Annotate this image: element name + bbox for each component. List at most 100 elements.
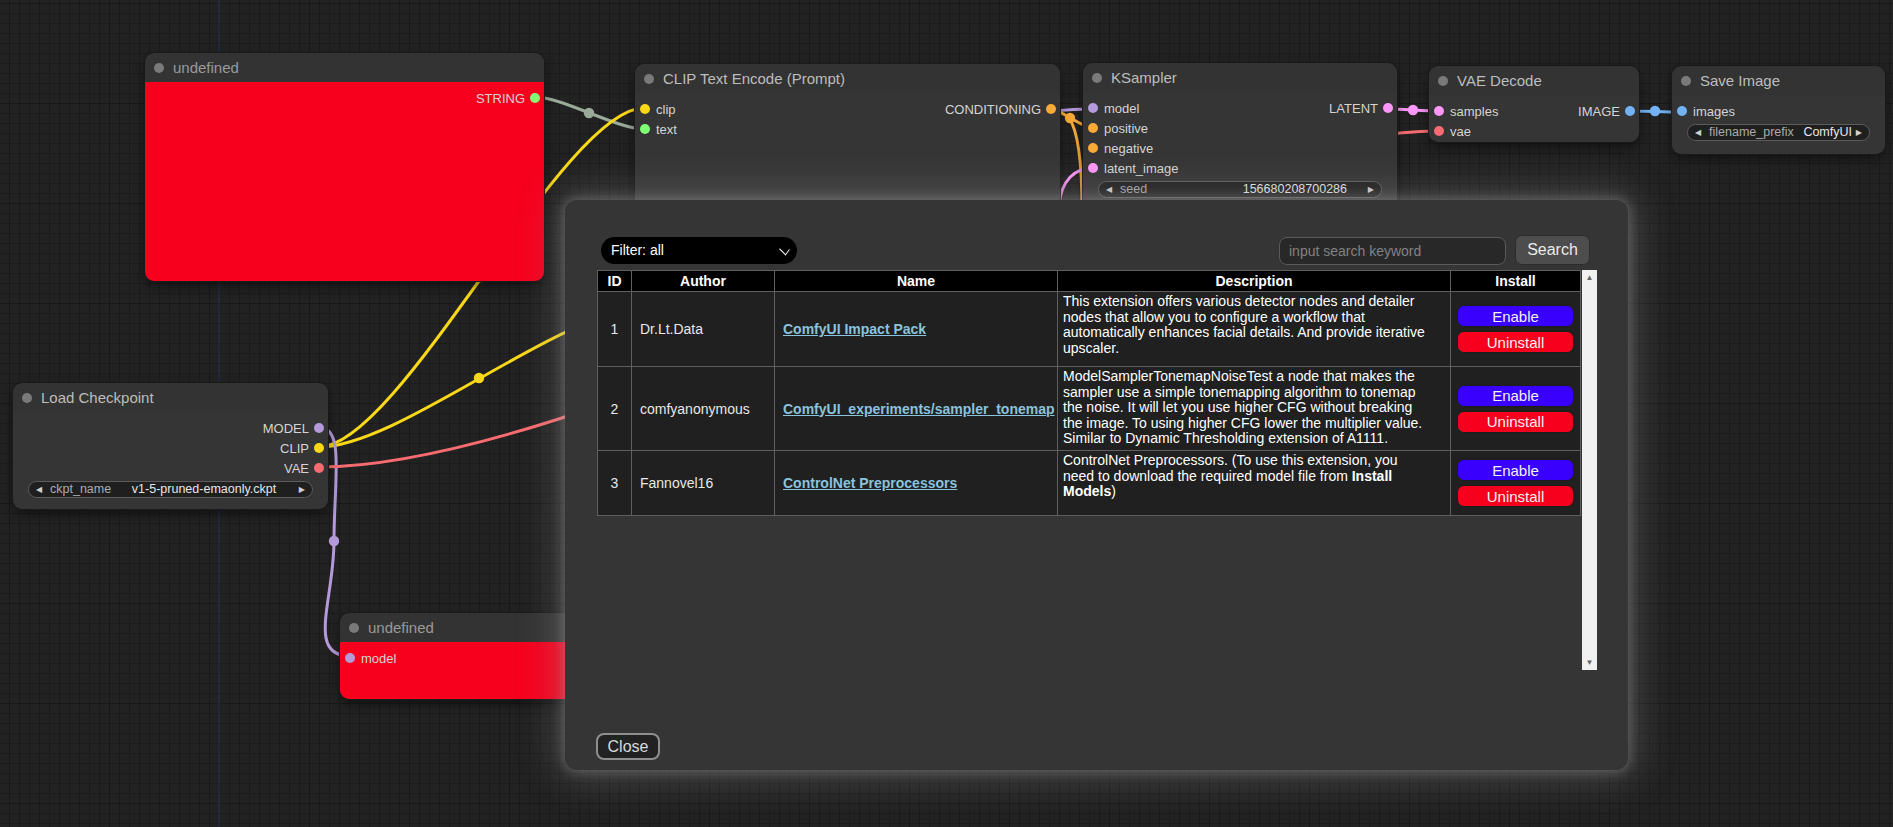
output-slot-VAE[interactable] <box>314 463 324 473</box>
col-header-name: Name <box>775 271 1058 292</box>
input-slot-latent_image[interactable] <box>1088 163 1098 173</box>
node-clip-text-encode[interactable]: CLIP Text Encode (Prompt)cliptextCONDITI… <box>635 64 1060 214</box>
input-slot-vae[interactable] <box>1434 126 1444 136</box>
input-slot-positive[interactable] <box>1088 123 1098 133</box>
enable-button[interactable]: Enable <box>1457 459 1574 481</box>
node-undefined-top-header[interactable]: undefined <box>145 53 544 82</box>
widget-arrow-right-icon[interactable]: ▶ <box>1368 182 1374 197</box>
widget-arrow-left-icon[interactable]: ◀ <box>1695 125 1701 140</box>
input-slot-label: samples <box>1450 104 1498 119</box>
output-slot-STRING[interactable] <box>530 93 540 103</box>
cell-install: Enable Uninstall <box>1451 451 1581 516</box>
uninstall-button[interactable]: Uninstall <box>1457 331 1574 353</box>
input-slot-clip[interactable] <box>640 104 650 114</box>
widget-arrow-left-icon[interactable]: ◀ <box>1106 182 1112 197</box>
input-slot-model[interactable] <box>345 653 355 663</box>
link-hidden-to-negative <box>1069 118 1082 210</box>
node-save-image[interactable]: Save Imageimages◀▶filename_prefixComfyUI <box>1672 66 1885 154</box>
scroll-up-icon[interactable]: ▲ <box>1582 273 1597 282</box>
node-undefined-top-body <box>145 82 544 281</box>
input-slot-images[interactable] <box>1677 106 1687 116</box>
widget-label: ckpt_name <box>50 482 111 497</box>
output-slot-CONDITIONING[interactable] <box>1046 104 1056 114</box>
extension-link[interactable]: ControlNet Preprocessors <box>783 475 957 491</box>
node-save-image-header[interactable]: Save Image <box>1672 66 1885 95</box>
cell-author: Fannovel16 <box>632 451 775 516</box>
node-title: undefined <box>173 53 239 82</box>
node-status-dot <box>22 393 32 403</box>
extension-row-2: 2comfyanonymous ComfyUI_experiments/sampl… <box>598 367 1581 451</box>
uninstall-button[interactable]: Uninstall <box>1457 411 1574 433</box>
node-status-dot <box>1092 73 1102 83</box>
node-load-checkpoint[interactable]: Load CheckpointMODELCLIPVAE◀▶ckpt_namev1… <box>13 383 328 509</box>
node-undefined-top[interactable]: undefinedSTRING <box>145 53 544 281</box>
table-scrollbar[interactable]: ▲ ▼ <box>1582 270 1597 670</box>
widget-arrow-right-icon[interactable]: ▶ <box>299 482 305 497</box>
output-slot-CLIP[interactable] <box>314 443 324 453</box>
widget-arrow-left-icon[interactable]: ◀ <box>36 482 42 497</box>
link-latent-to-samples-dot[interactable] <box>1408 105 1418 115</box>
cell-description: ModelSamplerTonemapNoiseTest a node that… <box>1058 367 1451 451</box>
node-ksampler-header[interactable]: KSampler <box>1083 63 1397 92</box>
output-slot-MODEL[interactable] <box>314 423 324 433</box>
widget-ckpt_name[interactable]: ◀ ▶ ckpt_name v1-5-pruned-emaonly.ckpt <box>28 481 313 498</box>
output-slot-LATENT[interactable] <box>1383 103 1393 113</box>
node-load-checkpoint-header[interactable]: Load Checkpoint <box>13 383 328 412</box>
input-slot-label: images <box>1693 104 1735 119</box>
output-slot-IMAGE[interactable] <box>1625 106 1635 116</box>
enable-button[interactable]: Enable <box>1457 385 1574 407</box>
cell-author: comfyanonymous <box>632 367 775 451</box>
cell-description: This extension offers various detector n… <box>1058 292 1451 367</box>
input-slot-label: model <box>1104 101 1139 116</box>
extension-link[interactable]: ComfyUI Impact Pack <box>783 321 926 337</box>
close-button[interactable]: Close <box>596 733 660 760</box>
input-slot-label: clip <box>656 102 676 117</box>
output-slot-label: CLIP <box>280 441 309 456</box>
filter-select[interactable]: Filter: all <box>601 237 797 264</box>
extension-link[interactable]: ComfyUI_experiments/sampler_tonemap <box>783 401 1055 417</box>
node-title: undefined <box>368 613 434 642</box>
uninstall-button[interactable]: Uninstall <box>1457 485 1574 507</box>
node-title: Save Image <box>1700 66 1780 95</box>
node-status-dot <box>644 74 654 84</box>
cell-description: ControlNet Preprocessors. (To use this e… <box>1058 451 1451 516</box>
link-image-to-images-dot[interactable] <box>1650 106 1660 116</box>
col-header-id: ID <box>598 271 632 292</box>
search-input[interactable] <box>1279 237 1506 265</box>
link-string-to-text-dot[interactable] <box>584 108 594 118</box>
node-vae-decode-header[interactable]: VAE Decode <box>1429 66 1639 95</box>
input-slot-negative[interactable] <box>1088 143 1098 153</box>
node-clip-text-encode-header[interactable]: CLIP Text Encode (Prompt) <box>635 64 1060 93</box>
widget-value: 156680208700286 <box>1243 182 1347 197</box>
input-slot-text[interactable] <box>640 124 650 134</box>
link-model-down-dot[interactable] <box>329 536 339 546</box>
scroll-down-icon[interactable]: ▼ <box>1582 658 1597 667</box>
output-slot-label: MODEL <box>263 421 309 436</box>
cell-id: 2 <box>598 367 632 451</box>
filter-select-value: Filter: all <box>611 237 664 264</box>
input-slot-samples[interactable] <box>1434 106 1444 116</box>
chevron-down-icon <box>779 243 790 255</box>
widget-seed[interactable]: ◀ ▶ seed 156680208700286 <box>1098 181 1382 198</box>
node-title: CLIP Text Encode (Prompt) <box>663 64 845 93</box>
input-slot-model[interactable] <box>1088 103 1098 113</box>
widget-arrow-right-icon[interactable]: ▶ <box>1856 125 1862 140</box>
cell-install: Enable Uninstall <box>1451 292 1581 367</box>
widget-value: v1-5-pruned-emaonly.ckpt <box>124 482 284 497</box>
widget-label: seed <box>1120 182 1147 197</box>
node-ksampler[interactable]: KSamplermodelpositivenegativelatent_imag… <box>1083 63 1397 215</box>
widget-filename_prefix[interactable]: ◀▶filename_prefixComfyUI <box>1687 124 1870 141</box>
col-header-author: Author <box>632 271 775 292</box>
col-header-description: Description <box>1058 271 1451 292</box>
input-slot-label: negative <box>1104 141 1153 156</box>
node-status-dot <box>154 63 164 73</box>
enable-button[interactable]: Enable <box>1457 305 1574 327</box>
node-vae-decode[interactable]: VAE DecodesamplesvaeIMAGE <box>1429 66 1639 142</box>
link-clip-to-hidden-dot[interactable] <box>474 373 484 383</box>
output-slot-label: CONDITIONING <box>945 102 1041 117</box>
node-title: KSampler <box>1111 63 1177 92</box>
search-button[interactable]: Search <box>1515 235 1590 265</box>
cell-id: 3 <box>598 451 632 516</box>
widget-value: ComfyUI <box>1803 125 1852 140</box>
col-header-install: Install <box>1451 271 1581 292</box>
